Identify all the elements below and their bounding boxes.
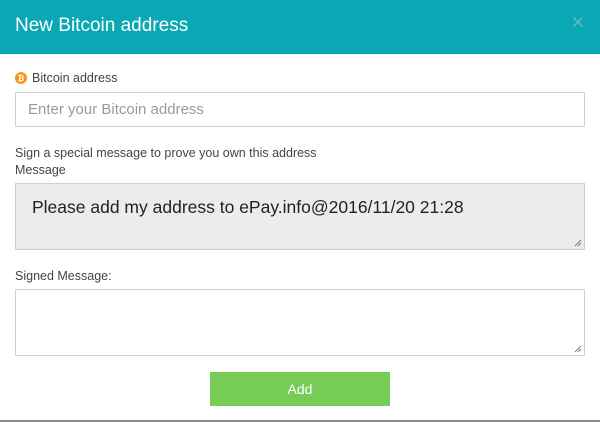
bitcoin-address-input[interactable] <box>15 92 585 127</box>
signed-message-textarea[interactable] <box>15 289 585 356</box>
message-label: Message <box>15 163 66 177</box>
modal-title: New Bitcoin address <box>15 15 189 36</box>
add-button[interactable]: Add <box>210 372 390 406</box>
close-icon <box>572 16 584 28</box>
signed-message-label: Signed Message: <box>15 269 112 283</box>
close-button[interactable] <box>572 16 584 28</box>
resize-grip-icon[interactable] <box>574 239 582 247</box>
message-text: Please add my address to ePay.info@2016/… <box>32 197 464 217</box>
sign-hint-text: Sign a special message to prove you own … <box>15 146 317 160</box>
new-bitcoin-address-modal: New Bitcoin address ₿ Bitcoin address Si… <box>0 0 600 422</box>
message-textarea[interactable]: Please add my address to ePay.info@2016/… <box>15 183 585 250</box>
bitcoin-address-label: Bitcoin address <box>32 71 118 85</box>
resize-grip-icon[interactable] <box>574 345 582 353</box>
bitcoin-address-label-row: ₿ Bitcoin address <box>15 70 117 86</box>
svg-text:₿: ₿ <box>18 74 25 83</box>
modal-header: New Bitcoin address <box>0 0 600 54</box>
bitcoin-icon: ₿ <box>15 72 27 84</box>
